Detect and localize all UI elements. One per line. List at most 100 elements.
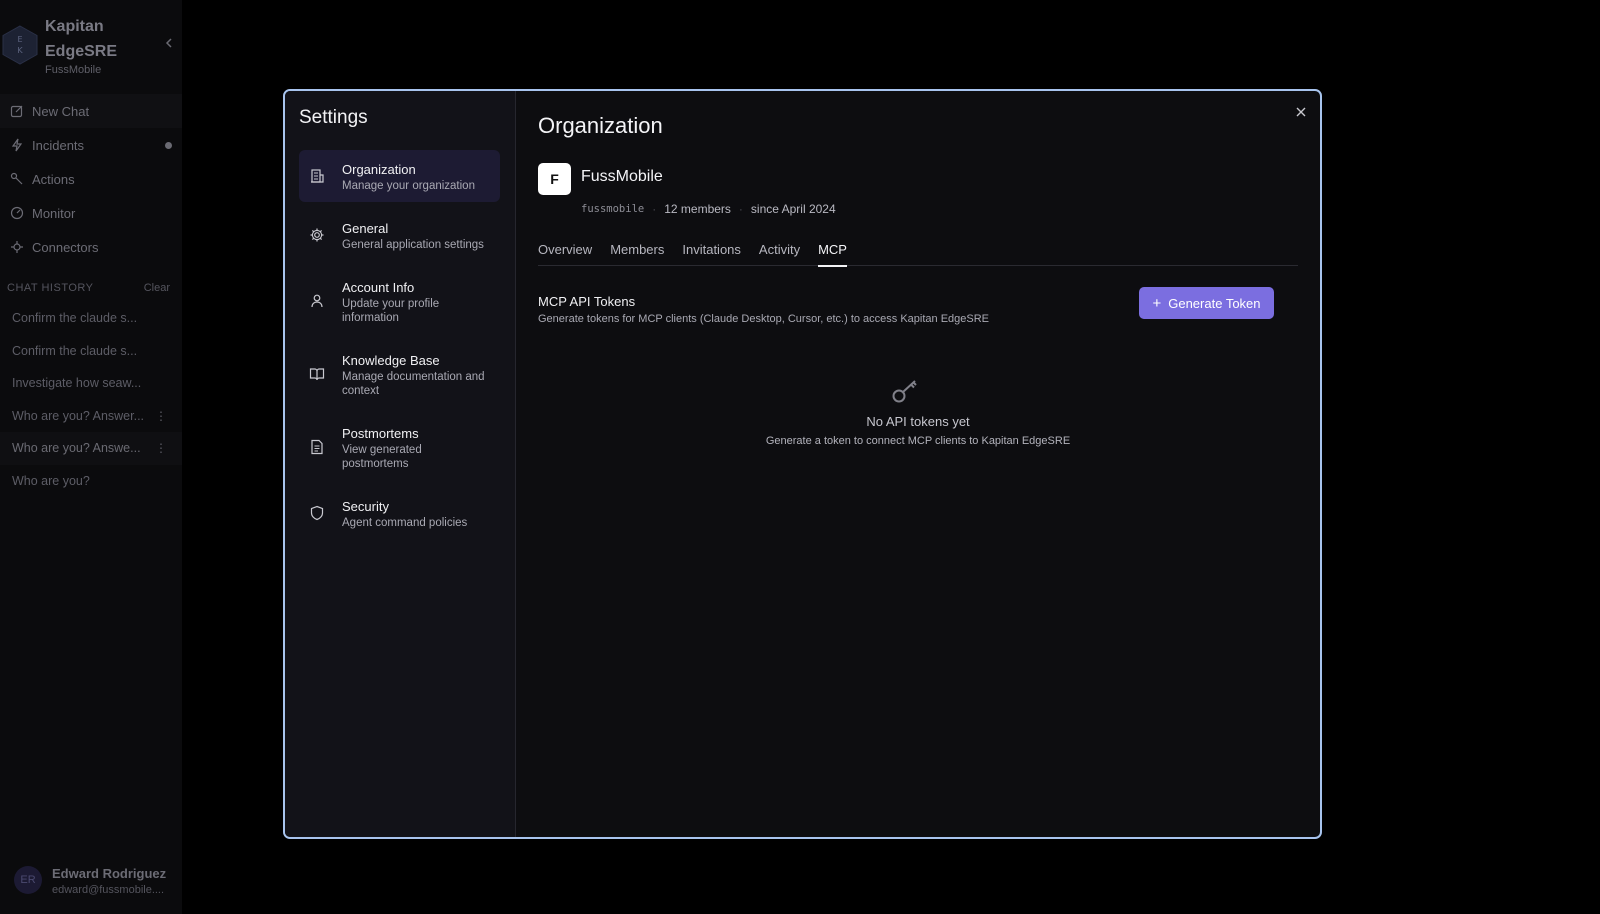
settings-title: Settings (299, 107, 368, 128)
settings-nav-list: Organization Manage your organization Ge… (299, 150, 500, 546)
nav-actions[interactable]: Actions (0, 162, 182, 196)
avatar: ER (14, 866, 42, 894)
chat-history-header: CHAT HISTORY Clear (7, 282, 175, 294)
settings-item-description: General application settings (342, 239, 484, 251)
svg-text:E: E (17, 35, 22, 44)
history-item[interactable]: Confirm the claude s... (0, 335, 182, 368)
nav-new-chat[interactable]: New Chat (0, 94, 182, 128)
shield-icon (309, 505, 325, 521)
mcp-section-description: Generate tokens for MCP clients (Claude … (538, 313, 990, 325)
settings-item-label: Account Info (342, 280, 415, 295)
close-icon (1296, 107, 1306, 117)
settings-item-label: Organization (342, 162, 416, 177)
key-icon (891, 378, 919, 404)
building-icon (309, 168, 325, 184)
history-item-label: Who are you? Answer... (12, 408, 145, 423)
settings-item-account-info[interactable]: Account Info Update your profile informa… (299, 268, 500, 334)
settings-modal: Settings Organization Manage your organi… (283, 89, 1322, 839)
org-slug: fussmobile (581, 203, 645, 215)
more-options-icon[interactable]: ⋮ (155, 441, 167, 455)
separator: · (738, 202, 743, 216)
edit-icon (10, 104, 24, 118)
brand-name: Kapitan EdgeSRE (45, 18, 118, 60)
nav-label: Actions (32, 171, 75, 187)
user-icon (309, 293, 325, 309)
org-since: since April 2024 (750, 202, 836, 216)
nav-connectors[interactable]: Connectors (0, 230, 182, 264)
org-meta: fussmobile · 12 members · since April 20… (581, 202, 836, 216)
nav-monitor[interactable]: Monitor (0, 196, 182, 230)
settings-item-description: Agent command policies (342, 517, 468, 529)
plug-icon (10, 240, 24, 254)
org-avatar: F (538, 163, 571, 195)
history-item-label: Investigate how seaw... (12, 376, 142, 391)
settings-nav: Settings Organization Manage your organi… (285, 91, 516, 837)
history-item-label: Confirm the claude s... (12, 343, 138, 358)
page-title: Organization (538, 113, 663, 138)
settings-item-description: Manage your organization (342, 180, 475, 192)
brand: E K Kapitan EdgeSRE FussMobile (0, 6, 182, 76)
more-options-icon[interactable]: ⋮ (155, 409, 167, 423)
mcp-section-title: MCP API Tokens (538, 294, 636, 309)
history-item[interactable]: Investigate how seaw... (0, 367, 182, 400)
generate-token-label: Generate Token (1168, 295, 1261, 311)
org-members-count: 12 members (664, 202, 731, 216)
empty-state-title: No API tokens yet (866, 414, 970, 429)
tab-activity[interactable]: Activity (759, 242, 800, 266)
history-item[interactable]: Confirm the claude s... (0, 302, 182, 335)
chat-history-title: CHAT HISTORY (7, 282, 94, 294)
nav-incidents[interactable]: Incidents (0, 128, 182, 162)
clear-history-button[interactable]: Clear (144, 282, 170, 294)
app-sidebar: E K Kapitan EdgeSRE FussMobile New Chat … (0, 0, 182, 914)
empty-state-description: Generate a token to connect MCP clients … (765, 435, 1071, 447)
history-item-label: Who are you? (12, 473, 90, 488)
incidents-badge-dot (165, 142, 172, 149)
brand-org: FussMobile (45, 64, 102, 76)
generate-token-button[interactable]: + Generate Token (1139, 287, 1274, 319)
user-name: Edward Rodriguez (52, 866, 167, 881)
settings-item-postmortems[interactable]: Postmortems View generated postmortems (299, 414, 500, 480)
book-icon (309, 366, 325, 382)
actions-icon (10, 172, 24, 186)
settings-item-label: Security (342, 499, 389, 514)
user-email: edward@fussmobile.... (52, 884, 165, 896)
nav-label: Monitor (32, 205, 76, 221)
nav-label: Incidents (32, 137, 85, 153)
history-item-label: Who are you? Answe... (12, 441, 141, 456)
settings-item-general[interactable]: General General application settings (299, 209, 500, 261)
tab-invitations[interactable]: Invitations (682, 242, 741, 266)
tab-overview[interactable]: Overview (538, 242, 592, 266)
settings-item-security[interactable]: Security Agent command policies (299, 487, 500, 539)
collapse-sidebar-button[interactable] (161, 36, 177, 52)
nav-label: New Chat (32, 103, 90, 119)
gear-icon (309, 227, 325, 243)
document-icon (309, 439, 325, 455)
plus-icon: + (1152, 294, 1162, 312)
separator: · (652, 202, 657, 216)
brand-logo: E K (2, 25, 38, 65)
tab-members[interactable]: Members (610, 242, 664, 266)
nav-label: Connectors (32, 239, 99, 255)
settings-content: Organization F FussMobile fussmobile · 1… (517, 91, 1320, 837)
settings-item-organization[interactable]: Organization Manage your organization (299, 150, 500, 202)
settings-item-label: Knowledge Base (342, 353, 440, 368)
settings-item-description: View generated postmortems (342, 444, 422, 470)
bolt-icon (10, 138, 24, 152)
settings-item-label: Postmortems (342, 426, 419, 441)
chat-history-list: Confirm the claude s... Confirm the clau… (0, 302, 182, 497)
gauge-icon (10, 206, 24, 220)
close-button[interactable] (1292, 103, 1310, 121)
settings-item-description: Manage documentation and context (342, 371, 485, 397)
history-item-label: Confirm the claude s... (12, 311, 138, 326)
org-tabs: Overview Members Invitations Activity MC… (538, 242, 1298, 267)
org-name: FussMobile (581, 168, 663, 185)
svg-text:K: K (17, 46, 23, 55)
history-item[interactable]: Who are you? Answer... ⋮ (0, 400, 182, 433)
chevron-left-icon (165, 38, 172, 48)
settings-item-knowledge-base[interactable]: Knowledge Base Manage documentation and … (299, 341, 500, 407)
settings-item-label: General (342, 221, 389, 236)
tab-mcp[interactable]: MCP (818, 242, 847, 267)
history-item[interactable]: Who are you? (0, 465, 182, 498)
history-item[interactable]: Who are you? Answe... ⋮ (0, 432, 182, 465)
user-profile[interactable]: ER Edward Rodriguez edward@fussmobile...… (14, 866, 182, 910)
